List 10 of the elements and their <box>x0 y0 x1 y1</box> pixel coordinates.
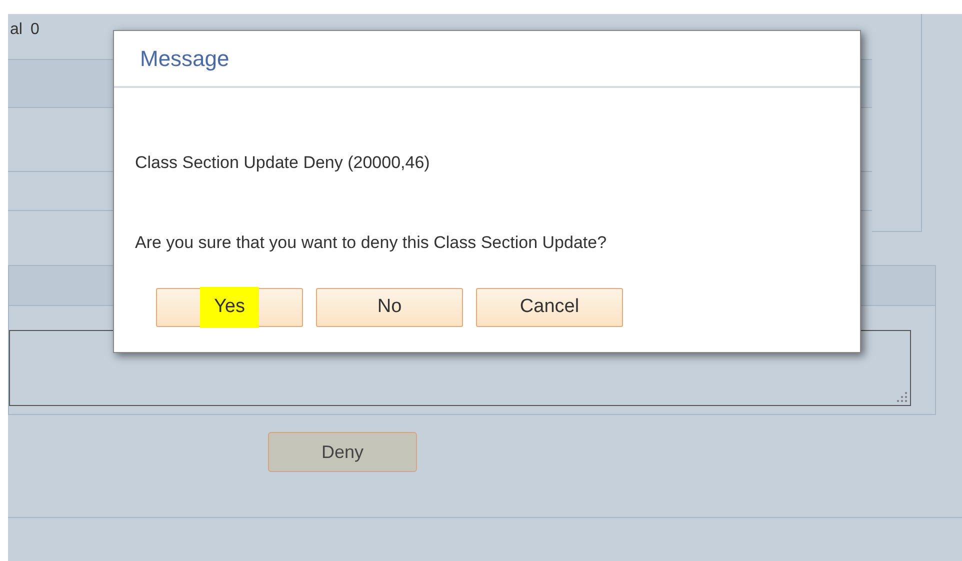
dialog-message: Class Section Update Deny (20000,46) <box>135 152 431 174</box>
total-value: 0 <box>30 20 40 40</box>
dialog-title: Message <box>140 45 230 73</box>
dialog-button[interactable]: No <box>316 288 463 327</box>
dialog-button[interactable]: Yes <box>156 288 303 327</box>
dialog-message: Are you sure that you want to deny this Class Section Update? <box>135 232 608 254</box>
total-label: al <box>10 20 22 40</box>
resize-grip-icon[interactable] <box>897 392 907 402</box>
dialog-button[interactable]: Cancel <box>476 288 623 327</box>
deny-button[interactable]: Deny <box>268 432 417 472</box>
